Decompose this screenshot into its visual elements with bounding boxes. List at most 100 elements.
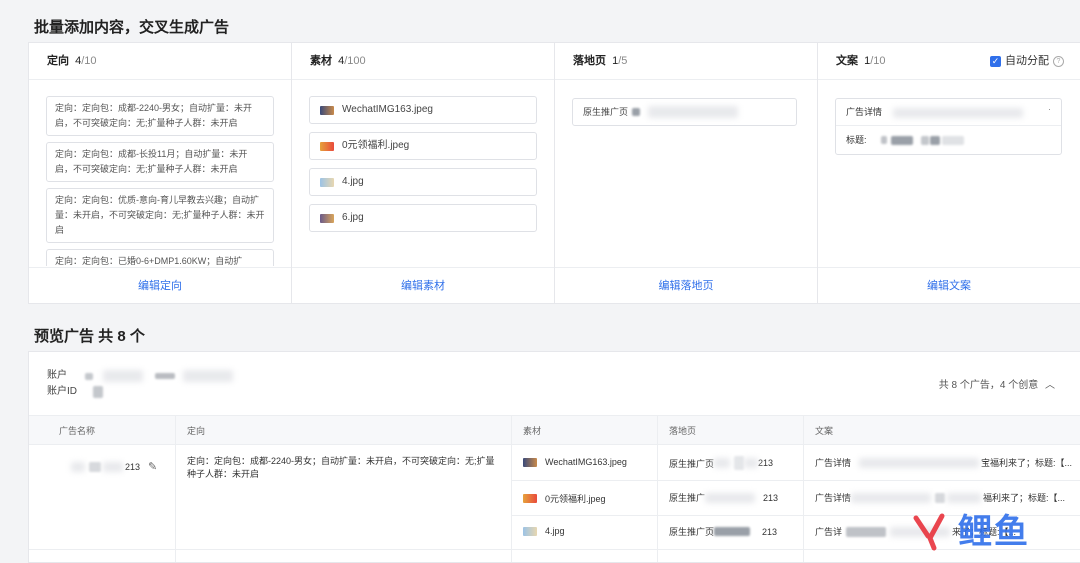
copy-tail: 宝福利来了；标题:【... [981,458,1073,468]
landing-name: 原生推广 [669,493,706,503]
section-title-batch: 批量添加内容，交叉生成广告 [34,19,230,36]
account-id-label: 账户ID [47,386,77,397]
image-thumbnail-icon [523,494,537,503]
edit-landing-button[interactable]: 编辑落地页 [555,267,817,304]
divider [657,415,658,562]
column-header-ad-name: 广告名称 [29,415,175,445]
account-summary-text: 共 8 个广告，4 个创意 [938,380,1039,391]
copy-header: 文案 1/10 ✓ 自动分配 ? [818,43,1080,80]
material-cell: 0元领福利.jpeg [511,492,606,505]
checkbox-checked-icon[interactable]: ✓ [990,55,1001,67]
targeting-max: /10 [81,55,97,67]
image-thumbnail-icon [523,457,537,467]
redacted-block [183,370,233,382]
material-cell: WechatIMG163.jpeg [511,457,627,467]
column-header-targeting: 定向 [175,415,511,445]
ad-name-cell: 213 ✎ [59,460,157,473]
landing-suffix: 213 [758,458,774,468]
edit-material-button[interactable]: 编辑素材 [292,267,554,304]
image-thumbnail-icon [523,526,537,536]
material-label: 素材 [310,55,332,67]
copy-name-row: 广告详情 · [836,99,1061,126]
redacted-block [947,492,982,503]
redacted-block [714,458,731,468]
section-title-preview: 预览广告 共 8 个 [34,328,145,345]
landing-cell: 原生推广页 213 [657,525,777,538]
material-item[interactable]: 0元领福利.jpeg [309,132,537,160]
redacted-block [734,456,745,470]
targeting-list[interactable]: 定向：定向包：成都-2240-男女；自动扩量：未开启，不可突破定向：无;扩量种子… [46,96,274,266]
copy-name: 广告详情 [815,493,852,503]
copy-cell: 广告详情 宝福利来了；标题:【... [803,456,1080,469]
account-summary[interactable]: 共 8 个广告，4 个创意 ︿ [939,376,1055,391]
account-label: 账户 [47,370,67,381]
dropdown-icon[interactable]: · [1048,96,1051,122]
redacted-block [859,457,980,468]
watermark-text: 鲤鱼 [958,512,1030,552]
material-filename: 4.jpg [545,526,565,536]
redacted-block [71,461,85,472]
targeting-header: 定向 4/10 [29,43,291,80]
redacted-block [714,527,751,536]
material-item[interactable]: 4.jpg [309,168,537,196]
divider [803,415,804,562]
copy-name: 广告详情 [815,458,852,468]
landing-name: 原生推广页 [669,458,715,469]
redacted-block [93,386,103,398]
targeting-item[interactable]: 定向：定向包：优质-意向-育儿早教去兴趣；自动扩量：未开启，不可突破定向：无;扩… [46,188,274,243]
targeting-column: 定向 4/10 定向：定向包：成都-2240-男女；自动扩量：未开启，不可突破定… [29,43,292,303]
redacted-block [85,372,93,380]
targeting-item[interactable]: 定向：定向包：成都-长投11月；自动扩量：未开启，不可突破定向：无;扩量种子人群… [46,142,274,182]
edit-copy-button[interactable]: 编辑文案 [818,267,1080,304]
help-icon[interactable]: ? [1053,55,1064,67]
landing-name: 原生推广页 [669,527,715,537]
landing-item[interactable]: 原生推广页 [572,98,797,126]
copy-max: /10 [870,55,886,67]
landing-cell: 原生推广 213 [657,491,778,504]
edit-pencil-icon[interactable]: ✎ [148,460,157,473]
copy-column: 文案 1/10 ✓ 自动分配 ? 广告详情 · 标题: 编辑文案 [818,43,1080,303]
landing-cell: 原生推广页 213 [657,456,773,470]
redacted-block [103,370,143,382]
column-header-landing: 落地页 [657,415,803,445]
material-item[interactable]: 6.jpg [309,204,537,232]
redacted-block [880,136,887,144]
redacted-block [846,526,887,537]
copy-cell: 广告详情 福利来了；标题:【... [803,491,1080,504]
watermark-logo: 鲤鱼 [912,510,1062,554]
copy-tail: 福利来了；标题:【... [983,493,1066,503]
auto-assign-toggle[interactable]: ✓ 自动分配 ? [990,43,1064,79]
redacted-block [744,458,759,468]
material-cell: 4.jpg [511,526,565,536]
divider [511,480,1080,481]
redacted-block [705,492,756,503]
redacted-block [890,135,913,145]
auto-assign-label: 自动分配 [1005,55,1049,67]
material-filename: 0元领福利.jpeg [342,140,410,151]
redacted-block [920,135,929,145]
material-list: WechatIMG163.jpeg 0元领福利.jpeg 4.jpg 6.jpg [309,96,537,240]
landing-header: 落地页 1/5 [555,43,817,80]
column-header-material: 素材 [511,415,657,445]
divider [511,415,512,562]
material-filename: 0元领福利.jpeg [545,494,606,504]
redacted-block [155,373,175,379]
targeting-item[interactable]: 定向：定向包：已婚0-6+DMP1.60KW；自动扩 [46,249,274,266]
material-filename: WechatIMG163.jpeg [545,457,627,467]
material-item[interactable]: WechatIMG163.jpeg [309,96,537,124]
batch-config-card: 定向 4/10 定向：定向包：成都-2240-男女；自动扩量：未开启，不可突破定… [28,42,1080,304]
image-thumbnail-icon [320,105,334,115]
landing-name: 原生推广页 [583,107,629,117]
landing-max: /5 [618,55,628,67]
material-filename: WechatIMG163.jpeg [342,104,433,115]
copy-name: 广告详情 [846,107,883,117]
chevron-up-icon[interactable]: ︿ [1045,380,1055,391]
targeting-item[interactable]: 定向：定向包：成都-2240-男女；自动扩量：未开启，不可突破定向：无;扩量种子… [46,96,274,136]
landing-suffix: 213 [763,492,779,503]
edit-targeting-button[interactable]: 编辑定向 [29,267,291,304]
copy-title-row: 标题: [836,126,1061,154]
copy-item[interactable]: 广告详情 · 标题: [835,98,1062,155]
image-thumbnail-icon [320,213,334,223]
landing-suffix: 213 [762,526,778,537]
copy-name: 广告详 [815,527,843,537]
